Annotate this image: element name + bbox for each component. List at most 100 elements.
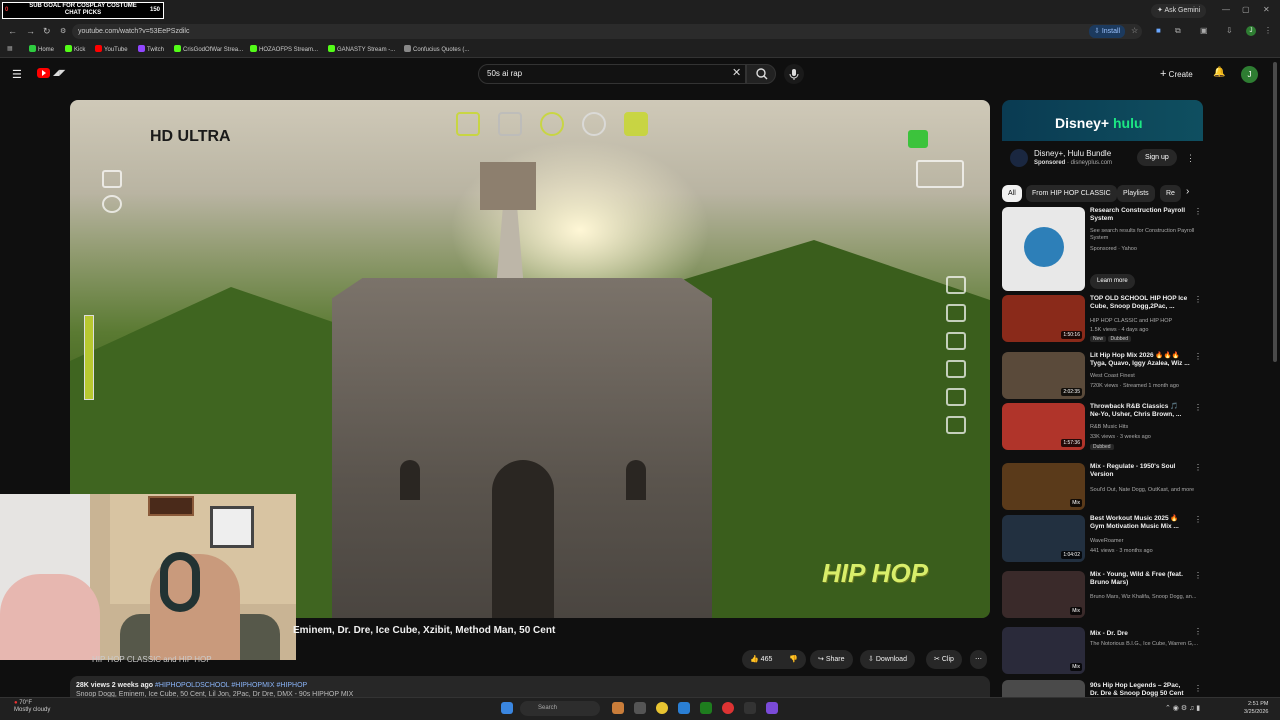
taskbar-xbox-icon[interactable]: [700, 702, 712, 714]
rec-more-icon[interactable]: ⋮: [1194, 352, 1202, 361]
clear-search-icon[interactable]: ✕: [732, 66, 741, 79]
share-button[interactable]: ↪ Share: [810, 650, 853, 669]
avatar[interactable]: J: [1241, 66, 1258, 83]
bookmark-crisgodofwar[interactable]: CrisGodOfWar Strea...: [174, 45, 243, 53]
rec-more-icon[interactable]: ⋮: [1194, 295, 1202, 304]
rec-thumbnail[interactable]: Mix: [1002, 463, 1085, 510]
more-actions-button[interactable]: ⋯: [970, 650, 987, 669]
search-input[interactable]: 50s ai rap: [478, 64, 746, 84]
taskbar-widgets-icon[interactable]: [612, 702, 624, 714]
extensions-puzzle-icon[interactable]: ⧉: [1175, 26, 1181, 36]
create-button[interactable]: + Create: [1160, 66, 1193, 83]
taskbar-discord-icon[interactable]: [766, 702, 778, 714]
bookmark-youtube[interactable]: YouTube: [95, 45, 128, 53]
forward-icon[interactable]: →: [26, 26, 35, 36]
recommended-video[interactable]: 2:02:35 Lit Hip Hop Mix 2026 🔥🔥🔥 Tyga, Q…: [1002, 352, 1202, 400]
back-icon[interactable]: ←: [8, 26, 17, 36]
reload-icon[interactable]: ↻: [43, 26, 51, 37]
recommended-mix[interactable]: Mix Mix - Young, Wild & Free (feat. Brun…: [1002, 571, 1202, 619]
bookmark-confucius[interactable]: Confucius Quotes (...: [404, 45, 469, 53]
recommended-mix[interactable]: Mix Mix - Dr. Dre The Notorious B.I.G., …: [1002, 627, 1202, 675]
bookmark-twitch[interactable]: Twitch: [138, 45, 164, 53]
site-info-icon[interactable]: ⚙: [60, 27, 66, 35]
ad-advertiser-icon: [1010, 149, 1028, 167]
search-button[interactable]: [746, 64, 776, 84]
split-view-icon[interactable]: ▣: [1200, 26, 1208, 35]
bookmark-home[interactable]: Home: [29, 45, 54, 53]
rec-more-icon[interactable]: ⋮: [1194, 463, 1202, 472]
hamburger-menu-icon[interactable]: ☰: [12, 68, 22, 81]
rec-thumbnail[interactable]: 2:02:35: [1002, 352, 1085, 399]
mix-badge: Mix: [1070, 607, 1082, 615]
youtube-logo-icon[interactable]: [37, 68, 50, 78]
rec-thumbnail[interactable]: Mix: [1002, 627, 1085, 674]
rec-thumbnail[interactable]: 1:04:02: [1002, 515, 1085, 562]
install-app-button[interactable]: ⇩ Install: [1089, 25, 1126, 38]
taskbar-chrome-icon[interactable]: [656, 702, 668, 714]
maximize-icon[interactable]: ▢: [1242, 5, 1250, 14]
downloads-icon[interactable]: ⇩: [1226, 26, 1233, 35]
weather-widget[interactable]: ● 70°F Mostly cloudy: [14, 700, 50, 714]
taskbar-app-icon[interactable]: [722, 702, 734, 714]
system-tray-icons[interactable]: ⌃ ◉ ⚙ ♫ ▮: [1165, 704, 1225, 714]
voice-search-button[interactable]: [784, 64, 804, 84]
chip-playlists[interactable]: Playlists: [1117, 185, 1155, 202]
recommended-mix[interactable]: Mix Mix - Regulate - 1950's Soul Version…: [1002, 463, 1202, 511]
taskbar-search[interactable]: Search: [520, 701, 600, 716]
browser-tab-bar: [0, 0, 1280, 22]
profile-icon[interactable]: J: [1246, 26, 1256, 36]
ad-more-icon[interactable]: ⋮: [1186, 153, 1195, 164]
ask-gemini-button[interactable]: ✦ Ask Gemini: [1151, 4, 1207, 18]
page-scrollbar[interactable]: [1273, 62, 1277, 362]
rec-more-icon[interactable]: ⋮: [1194, 571, 1202, 580]
address-bar[interactable]: youtube.com/watch?v=53EePSzdilc: [72, 24, 1142, 39]
close-window-icon[interactable]: ✕: [1263, 5, 1270, 14]
bookmark-kick[interactable]: Kick: [65, 45, 85, 53]
dislike-button[interactable]: 👎: [781, 650, 806, 669]
chevron-right-icon[interactable]: ›: [1186, 186, 1189, 197]
rec-more-icon[interactable]: ⋮: [1194, 684, 1202, 693]
chip-from-channel[interactable]: From HIP HOP CLASSIC: [1026, 185, 1117, 202]
rec-more-icon[interactable]: ⋮: [1194, 515, 1202, 524]
apps-grid-icon[interactable]: ▦: [7, 45, 13, 52]
chip-all[interactable]: All: [1002, 185, 1022, 202]
goal-count: 150: [149, 7, 160, 13]
ad-banner-logo: Disney+ hulu: [1055, 115, 1143, 131]
taskbar-edge-icon[interactable]: [678, 702, 690, 714]
bookmark-ganasty[interactable]: GANASTY Stream -...: [328, 45, 395, 53]
hashtags[interactable]: #HIPHOPOLDSCHOOL #HIPHOPMIX #HIPHOP: [155, 682, 307, 689]
taskbar-task-view-icon[interactable]: [634, 702, 646, 714]
rec-thumbnail[interactable]: [1002, 680, 1085, 697]
recommended-video[interactable]: 90s Hip Hop Legends – 2Pac, Dr. Dre & Sn…: [1002, 680, 1202, 697]
ad-signup-button[interactable]: Sign up: [1137, 149, 1177, 166]
recommended-video[interactable]: 1:57:36 Throwback R&B Classics 🎵 Ne-Yo, …: [1002, 403, 1202, 451]
rec-more-icon[interactable]: ⋮: [1194, 403, 1202, 412]
recommended-video[interactable]: 1:04:02 Best Workout Music 2025 🔥 Gym Mo…: [1002, 515, 1202, 563]
browser-menu-icon[interactable]: ⋮: [1264, 26, 1272, 35]
like-button[interactable]: 👍 465: [742, 650, 783, 669]
rec-thumbnail[interactable]: 1:57:36: [1002, 403, 1085, 450]
start-windows-icon[interactable]: [501, 702, 513, 714]
taskbar-clock[interactable]: 2:51 PM 3/25/2026: [1244, 700, 1268, 716]
download-button[interactable]: ⇩ Download: [860, 650, 915, 669]
bookmark-favicon: [174, 45, 181, 52]
minimize-icon[interactable]: —: [1222, 5, 1230, 14]
rec-more-icon[interactable]: ⋮: [1194, 207, 1202, 216]
rec-more-icon[interactable]: ⋮: [1194, 627, 1202, 636]
ad-title[interactable]: Disney+, Hulu Bundle: [1034, 149, 1111, 158]
hud-book-icon: [946, 304, 966, 322]
rec-thumbnail[interactable]: 1:50:16: [1002, 295, 1085, 342]
extension-icon[interactable]: ■: [1156, 26, 1161, 35]
new-badge: New: [1090, 336, 1107, 342]
chip-related[interactable]: Re: [1160, 185, 1181, 202]
notifications-bell-icon[interactable]: 🔔: [1213, 67, 1225, 78]
clip-button[interactable]: ✂ Clip: [926, 650, 962, 669]
bookmark-hozaofps[interactable]: HOZAOFPS Stream...: [250, 45, 318, 53]
channel-name[interactable]: HIP HOP CLASSIC and HIP HOP: [92, 655, 212, 664]
recommended-video[interactable]: 1:50:16 TOP OLD SCHOOL HIP HOP Ice Cube,…: [1002, 295, 1202, 343]
bookmark-star-icon[interactable]: ☆: [1131, 26, 1138, 35]
rec-thumbnail[interactable]: Mix: [1002, 571, 1085, 618]
learn-more-button[interactable]: Learn more: [1090, 274, 1135, 289]
rec-thumbnail[interactable]: [1002, 207, 1085, 291]
taskbar-epic-icon[interactable]: [744, 702, 756, 714]
